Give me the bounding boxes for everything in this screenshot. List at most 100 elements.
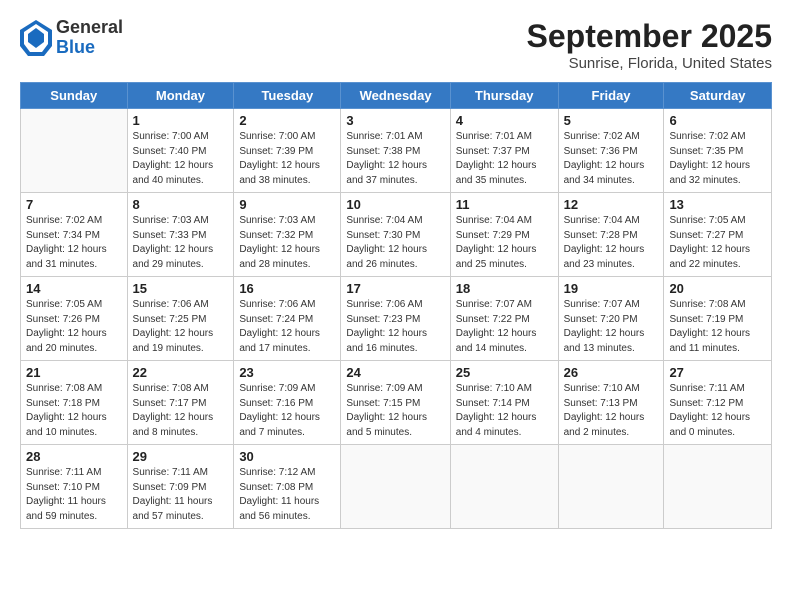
calendar-cell: 7 Sunrise: 7:02 AM Sunset: 7:34 PM Daylig… <box>21 193 128 277</box>
logo-text: General Blue <box>56 18 123 58</box>
calendar-cell: 21Sunrise: 7:08 AM Sunset: 7:18 PM Dayli… <box>21 361 128 445</box>
calendar-week-row: 28Sunrise: 7:11 AM Sunset: 7:10 PM Dayli… <box>21 445 772 529</box>
calendar-cell: 2 Sunrise: 7:00 AM Sunset: 7:39 PM Daylig… <box>234 109 341 193</box>
day-info: Sunrise: 7:02 AM Sunset: 7:35 PM Dayligh… <box>669 130 766 188</box>
day-info: Sunrise: 7:01 AM Sunset: 7:38 PM Dayligh… <box>346 130 444 188</box>
calendar-cell: 11Sunrise: 7:04 AM Sunset: 7:29 PM Dayli… <box>450 193 558 277</box>
page: General Blue September 2025 Sunrise, Flo… <box>0 0 792 612</box>
calendar-cell: 24 Sunrise: 7:09 AM Sunset: 7:15 PM Dayli… <box>341 361 450 445</box>
calendar-cell: 26 Sunrise: 7:10 AM Sunset: 7:13 PM Dayli… <box>558 361 664 445</box>
day-info: Sunrise: 7:04 AM Sunset: 7:28 PM Dayligh… <box>564 214 659 272</box>
weekday-header: Wednesday <box>341 83 450 109</box>
day-number: 27 <box>669 365 766 380</box>
calendar-cell: 13Sunrise: 7:05 AM Sunset: 7:27 PM Dayli… <box>664 193 772 277</box>
calendar-cell <box>341 445 450 529</box>
calendar-cell: 17Sunrise: 7:06 AM Sunset: 7:23 PM Dayli… <box>341 277 450 361</box>
calendar-cell: 19 Sunrise: 7:07 AM Sunset: 7:20 PM Dayli… <box>558 277 664 361</box>
day-info: Sunrise: 7:11 AM Sunset: 7:09 PM Dayligh… <box>133 466 229 524</box>
calendar-cell: 20 Sunrise: 7:08 AM Sunset: 7:19 PM Dayli… <box>664 277 772 361</box>
day-number: 1 <box>133 113 229 128</box>
day-number: 16 <box>239 281 335 296</box>
calendar-cell <box>558 445 664 529</box>
day-number: 11 <box>456 197 553 212</box>
weekday-header: Tuesday <box>234 83 341 109</box>
day-number: 24 <box>346 365 444 380</box>
day-info: Sunrise: 7:09 AM Sunset: 7:16 PM Dayligh… <box>239 382 335 440</box>
day-number: 20 <box>669 281 766 296</box>
day-info: Sunrise: 7:02 AM Sunset: 7:34 PM Dayligh… <box>26 214 122 272</box>
day-info: Sunrise: 7:04 AM Sunset: 7:30 PM Dayligh… <box>346 214 444 272</box>
day-number: 3 <box>346 113 444 128</box>
day-info: Sunrise: 7:09 AM Sunset: 7:15 PM Dayligh… <box>346 382 444 440</box>
calendar-title: September 2025 <box>527 18 772 55</box>
weekday-header: Saturday <box>664 83 772 109</box>
day-number: 18 <box>456 281 553 296</box>
day-number: 4 <box>456 113 553 128</box>
day-info: Sunrise: 7:11 AM Sunset: 7:12 PM Dayligh… <box>669 382 766 440</box>
day-info: Sunrise: 7:11 AM Sunset: 7:10 PM Dayligh… <box>26 466 122 524</box>
weekday-header: Sunday <box>21 83 128 109</box>
calendar-cell <box>664 445 772 529</box>
day-info: Sunrise: 7:06 AM Sunset: 7:24 PM Dayligh… <box>239 298 335 356</box>
calendar-cell: 23 Sunrise: 7:09 AM Sunset: 7:16 PM Dayli… <box>234 361 341 445</box>
day-info: Sunrise: 7:00 AM Sunset: 7:40 PM Dayligh… <box>133 130 229 188</box>
day-number: 8 <box>133 197 229 212</box>
calendar-week-row: 1 Sunrise: 7:00 AM Sunset: 7:40 PM Daylig… <box>21 109 772 193</box>
calendar-cell: 1 Sunrise: 7:00 AM Sunset: 7:40 PM Daylig… <box>127 109 234 193</box>
calendar-cell: 14Sunrise: 7:05 AM Sunset: 7:26 PM Dayli… <box>21 277 128 361</box>
calendar-cell: 8 Sunrise: 7:03 AM Sunset: 7:33 PM Daylig… <box>127 193 234 277</box>
calendar-header-row: SundayMondayTuesdayWednesdayThursdayFrid… <box>21 83 772 109</box>
day-info: Sunrise: 7:10 AM Sunset: 7:13 PM Dayligh… <box>564 382 659 440</box>
calendar-cell <box>450 445 558 529</box>
header: General Blue September 2025 Sunrise, Flo… <box>20 18 772 72</box>
day-number: 22 <box>133 365 229 380</box>
day-info: Sunrise: 7:02 AM Sunset: 7:36 PM Dayligh… <box>564 130 659 188</box>
day-info: Sunrise: 7:08 AM Sunset: 7:17 PM Dayligh… <box>133 382 229 440</box>
day-number: 7 <box>26 197 122 212</box>
calendar-cell: 22 Sunrise: 7:08 AM Sunset: 7:17 PM Dayli… <box>127 361 234 445</box>
weekday-header: Monday <box>127 83 234 109</box>
day-info: Sunrise: 7:03 AM Sunset: 7:33 PM Dayligh… <box>133 214 229 272</box>
day-number: 2 <box>239 113 335 128</box>
logo-general-text: General <box>56 18 123 38</box>
day-number: 5 <box>564 113 659 128</box>
calendar-week-row: 14Sunrise: 7:05 AM Sunset: 7:26 PM Dayli… <box>21 277 772 361</box>
calendar-cell: 29 Sunrise: 7:11 AM Sunset: 7:09 PM Dayli… <box>127 445 234 529</box>
calendar-cell: 16 Sunrise: 7:06 AM Sunset: 7:24 PM Dayli… <box>234 277 341 361</box>
day-number: 21 <box>26 365 122 380</box>
calendar-week-row: 7 Sunrise: 7:02 AM Sunset: 7:34 PM Daylig… <box>21 193 772 277</box>
calendar-cell <box>21 109 128 193</box>
day-number: 23 <box>239 365 335 380</box>
day-number: 25 <box>456 365 553 380</box>
calendar-cell: 12Sunrise: 7:04 AM Sunset: 7:28 PM Dayli… <box>558 193 664 277</box>
calendar-cell: 25 Sunrise: 7:10 AM Sunset: 7:14 PM Dayli… <box>450 361 558 445</box>
logo-blue-text: Blue <box>56 38 123 58</box>
day-info: Sunrise: 7:00 AM Sunset: 7:39 PM Dayligh… <box>239 130 335 188</box>
day-number: 26 <box>564 365 659 380</box>
calendar-cell: 6Sunrise: 7:02 AM Sunset: 7:35 PM Daylig… <box>664 109 772 193</box>
calendar-cell: 15Sunrise: 7:06 AM Sunset: 7:25 PM Dayli… <box>127 277 234 361</box>
day-info: Sunrise: 7:10 AM Sunset: 7:14 PM Dayligh… <box>456 382 553 440</box>
calendar-cell: 5 Sunrise: 7:02 AM Sunset: 7:36 PM Daylig… <box>558 109 664 193</box>
day-number: 17 <box>346 281 444 296</box>
calendar-cell: 9Sunrise: 7:03 AM Sunset: 7:32 PM Daylig… <box>234 193 341 277</box>
calendar-cell: 3 Sunrise: 7:01 AM Sunset: 7:38 PM Daylig… <box>341 109 450 193</box>
calendar-cell: 30Sunrise: 7:12 AM Sunset: 7:08 PM Dayli… <box>234 445 341 529</box>
day-number: 19 <box>564 281 659 296</box>
day-info: Sunrise: 7:12 AM Sunset: 7:08 PM Dayligh… <box>239 466 335 524</box>
day-info: Sunrise: 7:01 AM Sunset: 7:37 PM Dayligh… <box>456 130 553 188</box>
weekday-header: Thursday <box>450 83 558 109</box>
calendar-cell: 27 Sunrise: 7:11 AM Sunset: 7:12 PM Dayli… <box>664 361 772 445</box>
calendar-cell: 28Sunrise: 7:11 AM Sunset: 7:10 PM Dayli… <box>21 445 128 529</box>
weekday-header: Friday <box>558 83 664 109</box>
day-info: Sunrise: 7:07 AM Sunset: 7:22 PM Dayligh… <box>456 298 553 356</box>
day-info: Sunrise: 7:08 AM Sunset: 7:19 PM Dayligh… <box>669 298 766 356</box>
calendar-cell: 10 Sunrise: 7:04 AM Sunset: 7:30 PM Dayli… <box>341 193 450 277</box>
day-number: 29 <box>133 449 229 464</box>
day-number: 10 <box>346 197 444 212</box>
title-block: September 2025 Sunrise, Florida, United … <box>527 18 772 72</box>
day-info: Sunrise: 7:07 AM Sunset: 7:20 PM Dayligh… <box>564 298 659 356</box>
day-number: 9 <box>239 197 335 212</box>
day-number: 13 <box>669 197 766 212</box>
day-info: Sunrise: 7:05 AM Sunset: 7:26 PM Dayligh… <box>26 298 122 356</box>
